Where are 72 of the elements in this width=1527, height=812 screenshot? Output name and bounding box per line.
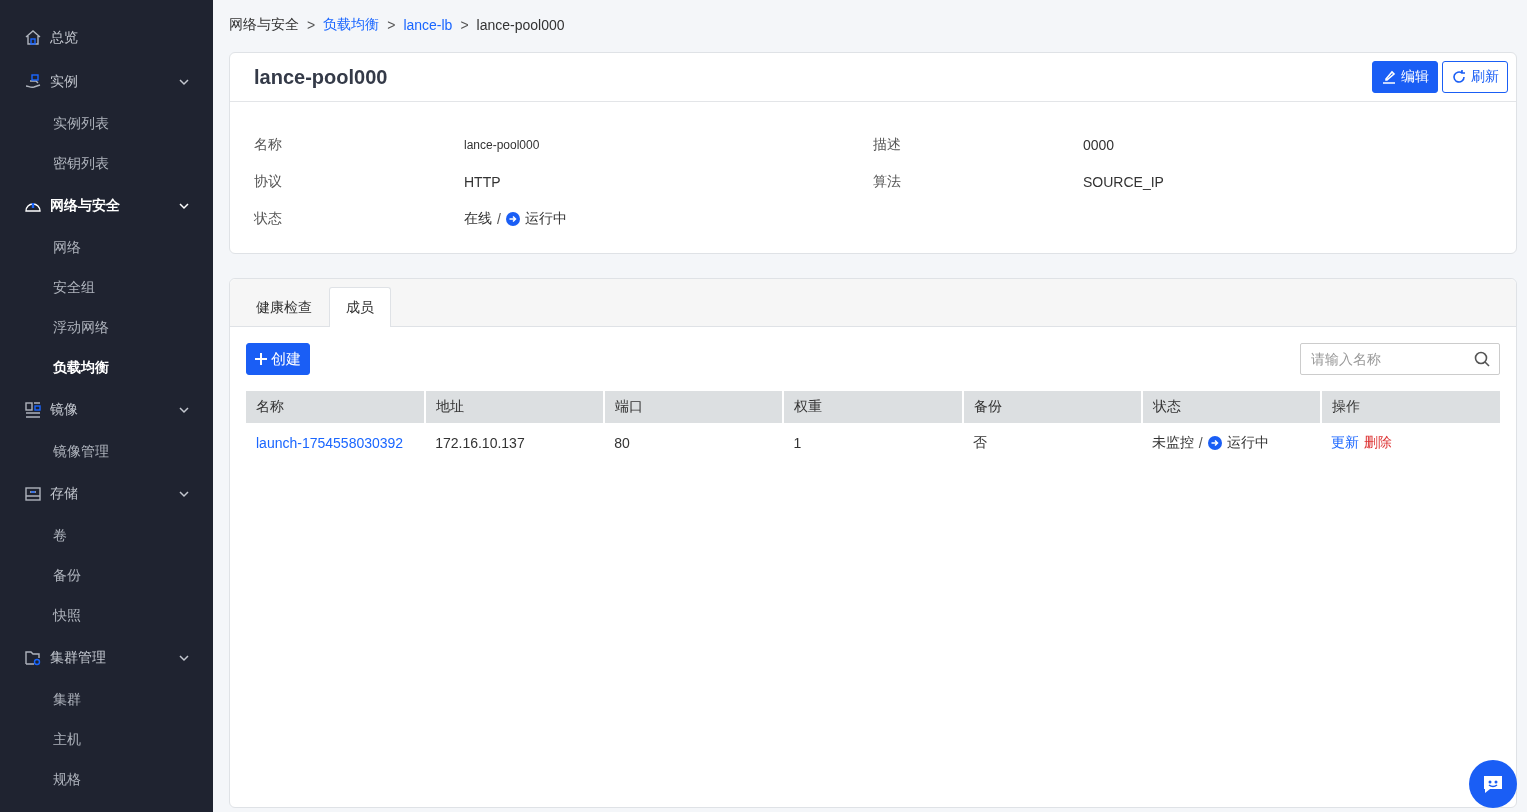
slash-separator: / xyxy=(1198,435,1203,451)
tab[interactable]: 成员 xyxy=(329,287,391,327)
field-label: 描述 xyxy=(873,135,902,154)
breadcrumb-separator: > xyxy=(460,17,469,33)
hand-server-icon xyxy=(24,73,42,91)
sidebar-item[interactable]: 网络 xyxy=(0,228,213,268)
storage-icon xyxy=(24,485,42,503)
column-header: 名称 xyxy=(246,391,426,423)
breadcrumb-link[interactable]: lance-lb xyxy=(403,17,453,33)
sidebar-group[interactable]: 集群管理 xyxy=(0,636,213,680)
sidebar-item[interactable]: 快照 xyxy=(0,596,213,636)
column-header: 端口 xyxy=(604,391,784,423)
breadcrumb-text: lance-pool000 xyxy=(476,17,565,33)
status-text: 运行中 xyxy=(524,209,567,228)
image-icon xyxy=(24,401,42,419)
field-label: 状态 xyxy=(254,209,283,228)
sidebar-item[interactable]: 规格 xyxy=(0,760,213,800)
monitor-text: 未监控 xyxy=(1151,434,1194,452)
sidebar-item[interactable]: 实例列表 xyxy=(0,104,213,144)
sidebar-group[interactable]: 存储 xyxy=(0,472,213,516)
breadcrumb-separator: > xyxy=(307,17,316,33)
field-label: 算法 xyxy=(873,172,902,191)
field-label: 协议 xyxy=(254,172,283,191)
table-cell: 否 xyxy=(962,423,1142,463)
search-field[interactable]: 请输入名称 xyxy=(1300,343,1500,375)
sidebar-group[interactable]: 实例 xyxy=(0,60,213,104)
column-header: 备份 xyxy=(962,391,1142,423)
pen-icon xyxy=(1381,69,1397,85)
refresh-button[interactable]: 刷新 xyxy=(1442,61,1508,93)
field-value: SOURCE_IP xyxy=(1083,173,1164,190)
field-value: HTTP xyxy=(464,173,501,190)
home-icon xyxy=(24,29,42,47)
tab[interactable]: 健康检查 xyxy=(239,287,329,327)
folder-icon xyxy=(24,649,42,667)
sidebar-item[interactable]: 卷 xyxy=(0,516,213,556)
table-cell: 1 xyxy=(783,423,963,463)
sidebar-item[interactable]: 浮动网络 xyxy=(0,308,213,348)
table-cell: 172.16.10.137 xyxy=(425,423,605,463)
table-cell: 80 xyxy=(604,423,784,463)
sidebar-item[interactable]: 备份 xyxy=(0,556,213,596)
slash-separator: / xyxy=(497,210,501,227)
plus-icon xyxy=(255,353,267,365)
refresh-icon xyxy=(1451,69,1467,85)
column-header: 权重 xyxy=(783,391,963,423)
breadcrumb-separator: > xyxy=(387,17,396,33)
edit-button[interactable]: 编辑 xyxy=(1372,61,1438,93)
field-value: 0000 xyxy=(1083,136,1115,153)
sidebar-group[interactable]: 网络与安全 xyxy=(0,184,213,228)
breadcrumb-text: 网络与安全 xyxy=(229,16,299,34)
column-header: 地址 xyxy=(425,391,605,423)
create-button[interactable]: 创建 xyxy=(246,343,310,375)
running-arrow-icon xyxy=(1207,436,1222,450)
update-link[interactable]: 更新 xyxy=(1330,434,1359,450)
search-icon xyxy=(1474,351,1490,367)
breadcrumb-link[interactable]: 负载均衡 xyxy=(323,16,380,34)
column-header: 状态 xyxy=(1141,391,1321,423)
field-label: 名称 xyxy=(254,135,283,154)
pool-title: lance-pool000 xyxy=(254,65,388,89)
sidebar-item[interactable]: 主机 xyxy=(0,720,213,760)
sidebar-item[interactable]: 负载均衡 xyxy=(0,348,213,388)
sidebar-group[interactable]: 总览 xyxy=(0,16,213,60)
member-link[interactable]: launch-1754558030392 xyxy=(256,435,404,451)
column-header: 操作 xyxy=(1320,391,1500,423)
sidebar-item[interactable]: 安全组 xyxy=(0,268,213,308)
delete-link[interactable]: 删除 xyxy=(1363,434,1392,450)
sidebar-group[interactable]: 镜像 xyxy=(0,388,213,432)
sidebar-item[interactable]: 集群 xyxy=(0,680,213,720)
field-value: lance-pool000 xyxy=(464,137,540,152)
sidebar-item[interactable]: 密钥列表 xyxy=(0,144,213,184)
field-value: 在线 xyxy=(464,209,492,228)
sidebar-item[interactable]: 镜像管理 xyxy=(0,432,213,472)
status-text: 运行中 xyxy=(1226,434,1269,452)
